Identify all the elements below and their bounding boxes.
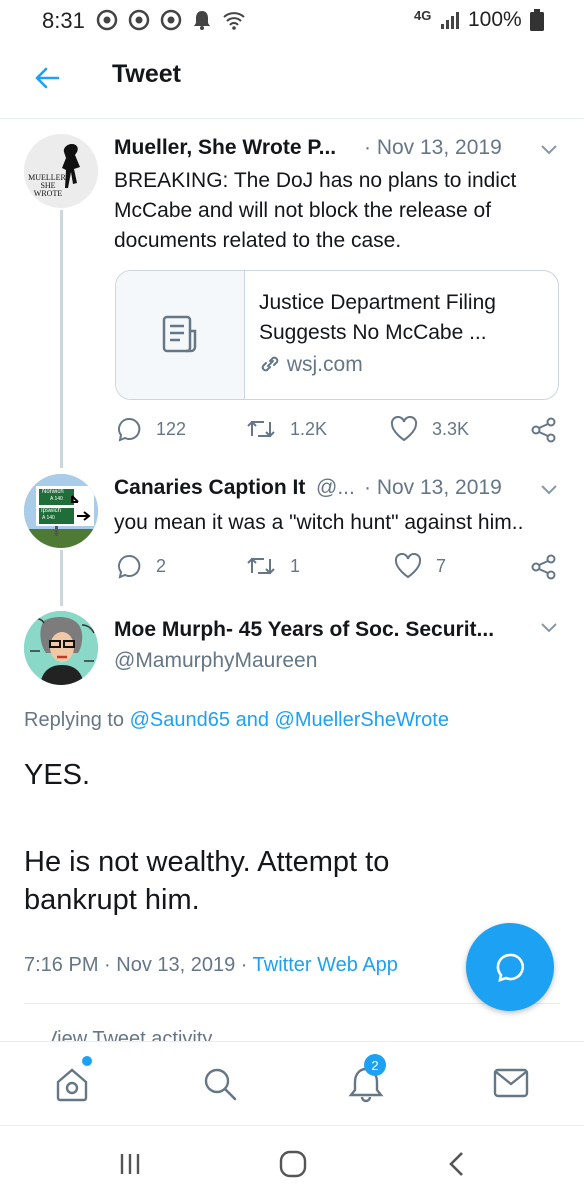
mention-link[interactable]: @MuellerSheWrote bbox=[275, 709, 449, 731]
status-bar: 8:31 4G 100% bbox=[0, 0, 584, 40]
network-type: 4G bbox=[414, 8, 432, 23]
view-tweet-activity[interactable]: ▐View Tweet activity bbox=[50, 1028, 212, 1042]
mention-link[interactable]: @Saund65 bbox=[130, 709, 230, 731]
avatar[interactable]: Norwich A 140 Ipswich A 140 bbox=[24, 474, 98, 548]
retweet-count: 1 bbox=[290, 555, 301, 576]
like-action[interactable]: 7 bbox=[394, 553, 446, 579]
link-card-domain: wsj.com bbox=[259, 353, 363, 377]
author-handle: @... bbox=[316, 476, 355, 499]
status-time: 8:31 bbox=[42, 8, 85, 33]
chevron-down-icon[interactable] bbox=[540, 484, 558, 496]
share-icon[interactable] bbox=[531, 554, 557, 580]
like-action[interactable]: 3.3K bbox=[390, 416, 469, 442]
tweet-date: · Nov 13, 2019 bbox=[364, 136, 502, 159]
reply-action[interactable]: 2 bbox=[116, 553, 166, 579]
thread-line bbox=[60, 210, 63, 468]
like-count: 7 bbox=[436, 555, 447, 576]
heart-icon bbox=[394, 553, 422, 579]
back-arrow-icon[interactable] bbox=[32, 63, 62, 93]
avatar[interactable] bbox=[24, 611, 98, 685]
recent-apps-icon[interactable] bbox=[118, 1152, 142, 1176]
reply-icon bbox=[118, 417, 141, 442]
link-card-thumbnail bbox=[116, 271, 245, 399]
divider bbox=[24, 1003, 560, 1004]
link-card[interactable]: Justice Department Filing Suggests No Mc… bbox=[115, 270, 559, 400]
tweet-text: you mean it was a "witch hunt" against h… bbox=[114, 511, 524, 534]
reply-bubble-icon bbox=[496, 953, 525, 982]
top-app-bar: Tweet bbox=[0, 40, 584, 119]
battery-icon bbox=[530, 9, 544, 31]
author-name[interactable]: Mueller, She Wrote P... bbox=[114, 136, 336, 160]
back-button-icon[interactable] bbox=[446, 1150, 466, 1178]
reply-icon bbox=[118, 554, 141, 579]
signal-icon bbox=[441, 12, 459, 29]
tab-home[interactable] bbox=[52, 1056, 92, 1104]
tab-search[interactable] bbox=[200, 1064, 240, 1109]
retweet-action[interactable]: 1.2K bbox=[246, 416, 327, 442]
replying-prefix: Replying to bbox=[24, 709, 125, 731]
view-tweet-activity-label: View Tweet activity bbox=[50, 1028, 213, 1042]
wifi-icon bbox=[223, 12, 245, 30]
link-icon bbox=[261, 356, 279, 372]
retweet-icon bbox=[247, 420, 275, 438]
retweet-count: 1.2K bbox=[290, 418, 328, 439]
share-icon[interactable] bbox=[531, 417, 557, 443]
tweet-date: Nov 13, 2019 bbox=[116, 954, 236, 976]
illustrated-portrait-avatar-icon bbox=[24, 611, 98, 685]
avatar-logo-text: MUELLER, SHE WROTE bbox=[28, 173, 68, 198]
link-card-domain-text: wsj.com bbox=[286, 353, 363, 376]
sign-top-text: Norwich bbox=[42, 489, 64, 495]
tweet-date-value: Nov 13, 2019 bbox=[376, 136, 502, 159]
notification-badge: 2 bbox=[364, 1054, 386, 1076]
link-card-title: Justice Department Filing Suggests No Mc… bbox=[259, 291, 496, 344]
reply-action[interactable]: 122 bbox=[116, 416, 186, 442]
chevron-down-icon[interactable] bbox=[540, 144, 558, 156]
chrome-icon bbox=[160, 9, 182, 31]
unread-dot bbox=[82, 1056, 92, 1066]
replying-to: Replying to @Saund65 and @MuellerSheWrot… bbox=[24, 709, 449, 732]
author-handle[interactable]: @MamurphyMaureen bbox=[114, 649, 317, 673]
tab-messages[interactable] bbox=[493, 1066, 529, 1105]
chevron-down-icon[interactable] bbox=[540, 622, 558, 634]
like-count: 3.3K bbox=[432, 418, 470, 439]
sign-top-road: A 140 bbox=[50, 496, 63, 502]
replying-and[interactable]: and bbox=[236, 709, 269, 731]
tweet-text: BREAKING: The DoJ has no plans to indict… bbox=[114, 169, 517, 252]
chrome-icon bbox=[128, 9, 150, 31]
thread-line bbox=[60, 550, 63, 606]
author-name[interactable]: Moe Murph- 45 Years of Soc. Securit... bbox=[114, 618, 494, 642]
status-notification-icons bbox=[96, 9, 246, 31]
tweet-time: 7:16 PM bbox=[24, 954, 99, 976]
article-icon bbox=[162, 315, 197, 353]
page-title: Tweet bbox=[112, 60, 181, 88]
reply-count: 122 bbox=[156, 418, 187, 439]
heart-icon bbox=[390, 416, 418, 442]
tab-notifications[interactable]: 2 bbox=[346, 1054, 386, 1109]
home-icon bbox=[56, 1068, 88, 1102]
alarm-bell-icon bbox=[194, 11, 210, 30]
battery-percent: 100% bbox=[468, 8, 522, 31]
avatar[interactable]: MUELLER, SHE WROTE bbox=[24, 134, 98, 208]
chrome-icon bbox=[96, 9, 118, 31]
author-name[interactable]: Canaries Caption It bbox=[114, 476, 305, 500]
bottom-tab-bar: 2 bbox=[0, 1041, 584, 1126]
tweet-timestamp: 7:16 PM · Nov 13, 2019 · Twitter Web App bbox=[24, 954, 398, 976]
mail-icon bbox=[493, 1068, 529, 1098]
tweet-source[interactable]: Twitter Web App bbox=[253, 954, 398, 976]
tweet-date: · Nov 13, 2019 bbox=[364, 476, 502, 499]
main-tweet-line-1: YES. bbox=[24, 759, 91, 791]
sign-bottom-text: Ipswich bbox=[41, 508, 62, 514]
tweet-date-value: Nov 13, 2019 bbox=[376, 476, 502, 499]
home-button-icon[interactable] bbox=[279, 1150, 307, 1178]
sign-bottom-road: A 140 bbox=[42, 515, 55, 521]
main-tweet-line-2: He is not wealthy. Attempt to bankrupt h… bbox=[24, 846, 390, 916]
search-icon bbox=[204, 1068, 237, 1101]
reply-fab-button[interactable] bbox=[466, 923, 554, 1011]
reply-count: 2 bbox=[156, 555, 167, 576]
system-nav-bar bbox=[0, 1125, 584, 1201]
retweet-action[interactable]: 1 bbox=[246, 553, 300, 579]
retweet-icon bbox=[247, 557, 275, 575]
